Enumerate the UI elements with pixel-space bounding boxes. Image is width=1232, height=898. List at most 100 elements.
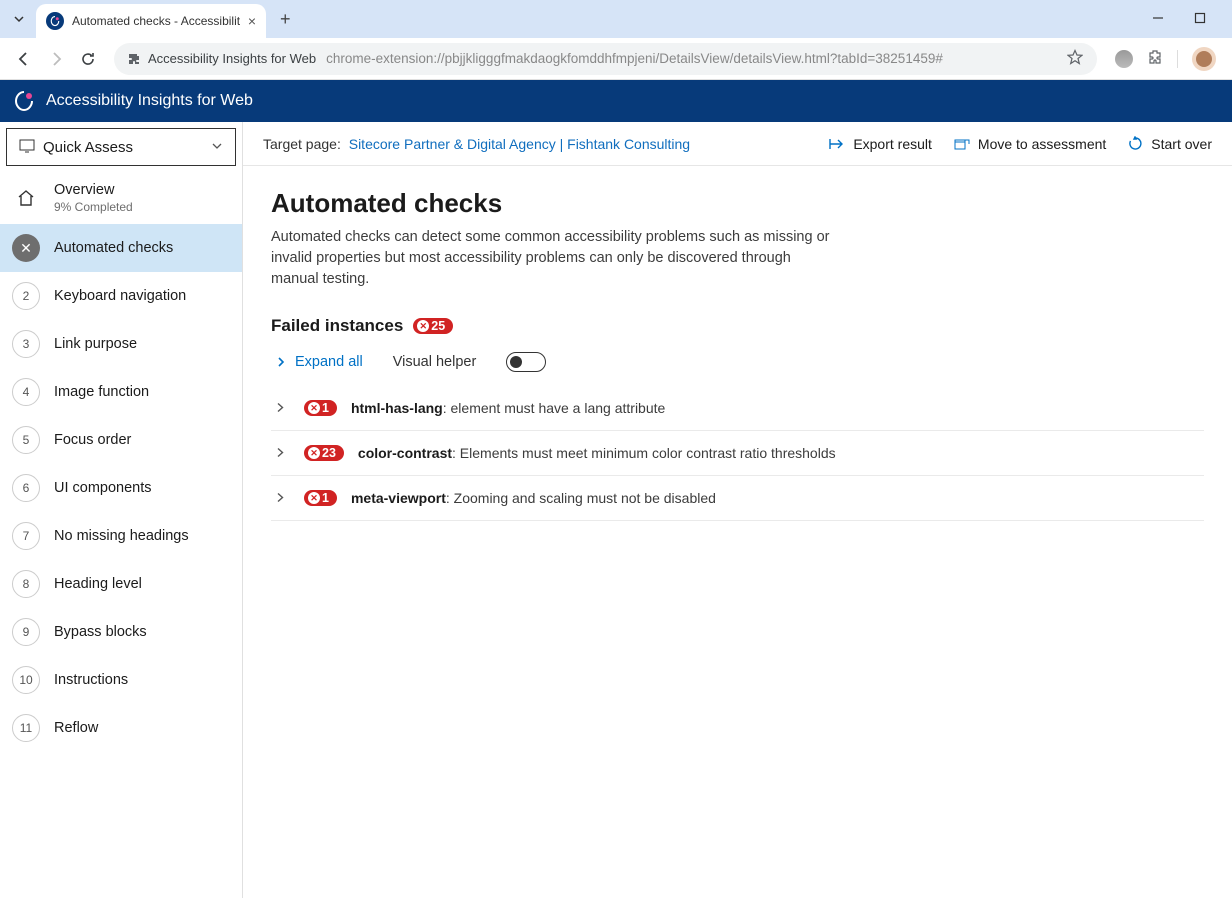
nav-label: Automated checks	[54, 240, 173, 256]
sidebar-item[interactable]: 11 Reflow	[0, 704, 242, 752]
failed-instances-header: Failed instances ✕ 25	[271, 316, 1204, 336]
restart-icon	[1128, 136, 1143, 151]
extension-badge: Accessibility Insights for Web	[128, 51, 316, 66]
content-area: Target page: Sitecore Partner & Digital …	[243, 122, 1232, 898]
tab-list-dropdown[interactable]	[8, 8, 30, 30]
omnibox[interactable]: Accessibility Insights for Web chrome-ex…	[114, 43, 1097, 75]
maximize-button[interactable]	[1194, 11, 1206, 27]
profile-avatar[interactable]	[1192, 47, 1216, 71]
rule-count: 1	[322, 491, 329, 505]
rule-desc: : Zooming and scaling must not be disabl…	[446, 490, 716, 506]
nav-sublabel: 9% Completed	[54, 200, 133, 214]
sidebar-item[interactable]: 6 UI components	[0, 464, 242, 512]
rule-count-badge: ✕1	[304, 490, 337, 506]
move-label: Move to assessment	[978, 136, 1106, 152]
nav-label: Heading level	[54, 576, 142, 592]
extension-icon[interactable]	[1115, 50, 1133, 68]
main-content: Automated checks Automated checks can de…	[243, 166, 1232, 543]
page-heading: Automated checks	[271, 188, 1204, 219]
expand-all-label: Expand all	[295, 354, 363, 370]
step-number-icon: 6	[12, 474, 40, 502]
step-number-icon: 3	[12, 330, 40, 358]
reload-button[interactable]	[74, 45, 102, 73]
tab-title: Automated checks - Accessibilit	[72, 14, 242, 28]
failed-count-badge: ✕ 25	[413, 318, 453, 334]
x-icon: ✕	[417, 320, 429, 332]
step-number-icon: 11	[12, 714, 40, 742]
step-number-icon: 5	[12, 426, 40, 454]
sidebar-item-automated-checks[interactable]: ✕ Automated checks	[0, 224, 242, 272]
x-icon: ✕	[308, 402, 320, 414]
nav-label: Instructions	[54, 672, 128, 688]
nav-label: Reflow	[54, 720, 98, 736]
rule-count: 23	[322, 446, 336, 460]
rule-row[interactable]: ✕1 html-has-lang: element must have a la…	[271, 386, 1204, 431]
tab-bar: Automated checks - Accessibilit × +	[0, 0, 1232, 38]
sidebar-item[interactable]: 4 Image function	[0, 368, 242, 416]
forward-button[interactable]	[42, 45, 70, 73]
new-tab-button[interactable]: +	[280, 9, 291, 30]
move-icon	[954, 137, 970, 151]
visual-helper-toggle[interactable]	[506, 352, 546, 372]
failed-heading: Failed instances	[271, 316, 403, 336]
nav-label: Keyboard navigation	[54, 288, 186, 304]
x-icon: ✕	[308, 492, 320, 504]
tab-favicon-icon	[46, 12, 64, 30]
assessment-selector[interactable]: Quick Assess	[6, 128, 236, 166]
sidebar-item[interactable]: 8 Heading level	[0, 560, 242, 608]
sidebar: Quick Assess Overview 9% Completed ✕ Aut…	[0, 122, 243, 898]
sidebar-item[interactable]: 5 Focus order	[0, 416, 242, 464]
expand-all-button[interactable]: Expand all	[275, 354, 363, 370]
rule-desc: : element must have a lang attribute	[443, 400, 666, 416]
tab-close-button[interactable]: ×	[248, 13, 256, 29]
fail-icon: ✕	[12, 234, 40, 262]
nav-label: Bypass blocks	[54, 624, 147, 640]
export-label: Export result	[853, 136, 932, 152]
nav-label: Focus order	[54, 432, 131, 448]
chevron-right-icon	[275, 400, 286, 416]
chevron-right-icon	[275, 445, 286, 461]
address-bar: Accessibility Insights for Web chrome-ex…	[0, 38, 1232, 80]
extensions-button[interactable]	[1147, 49, 1163, 68]
start-over-button[interactable]: Start over	[1128, 136, 1212, 152]
sidebar-item[interactable]: 10 Instructions	[0, 656, 242, 704]
extension-name: Accessibility Insights for Web	[148, 51, 316, 66]
failed-count: 25	[431, 319, 445, 333]
minimize-button[interactable]	[1152, 11, 1164, 27]
app-logo-icon	[12, 89, 36, 113]
rule-desc: : Elements must meet minimum color contr…	[452, 445, 836, 461]
nav-label: Image function	[54, 384, 149, 400]
x-icon: ✕	[308, 447, 320, 459]
sidebar-item[interactable]: 7 No missing headings	[0, 512, 242, 560]
chevron-down-icon	[211, 139, 223, 155]
browser-tab[interactable]: Automated checks - Accessibilit ×	[36, 4, 266, 38]
chevron-right-icon	[275, 356, 287, 368]
assessment-selector-label: Quick Assess	[43, 139, 133, 156]
step-number-icon: 9	[12, 618, 40, 646]
target-page-link[interactable]: Sitecore Partner & Digital Agency | Fish…	[349, 136, 690, 152]
sidebar-item[interactable]: 2 Keyboard navigation	[0, 272, 242, 320]
target-page-label: Target page: Sitecore Partner & Digital …	[263, 136, 690, 152]
step-number-icon: 4	[12, 378, 40, 406]
sidebar-item[interactable]: 9 Bypass blocks	[0, 608, 242, 656]
assessment-icon	[19, 139, 35, 156]
step-number-icon: 8	[12, 570, 40, 598]
visual-helper-label: Visual helper	[393, 354, 477, 370]
separator	[1177, 50, 1178, 68]
action-bar: Target page: Sitecore Partner & Digital …	[243, 122, 1232, 166]
sidebar-item[interactable]: 3 Link purpose	[0, 320, 242, 368]
rule-name: color-contrast	[358, 445, 452, 461]
export-result-button[interactable]: Export result	[829, 136, 932, 152]
page-description: Automated checks can detect some common …	[271, 227, 831, 290]
target-label-text: Target page:	[263, 136, 341, 152]
window-controls	[1152, 11, 1224, 27]
bookmark-star-icon[interactable]	[1067, 49, 1083, 68]
rule-row[interactable]: ✕23 color-contrast: Elements must meet m…	[271, 431, 1204, 476]
app-body: Quick Assess Overview 9% Completed ✕ Aut…	[0, 122, 1232, 898]
move-to-assessment-button[interactable]: Move to assessment	[954, 136, 1106, 152]
rule-row[interactable]: ✕1 meta-viewport: Zooming and scaling mu…	[271, 476, 1204, 521]
export-icon	[829, 137, 845, 151]
sidebar-item-overview[interactable]: Overview 9% Completed	[0, 172, 242, 224]
rule-count-badge: ✕1	[304, 400, 337, 416]
back-button[interactable]	[10, 45, 38, 73]
